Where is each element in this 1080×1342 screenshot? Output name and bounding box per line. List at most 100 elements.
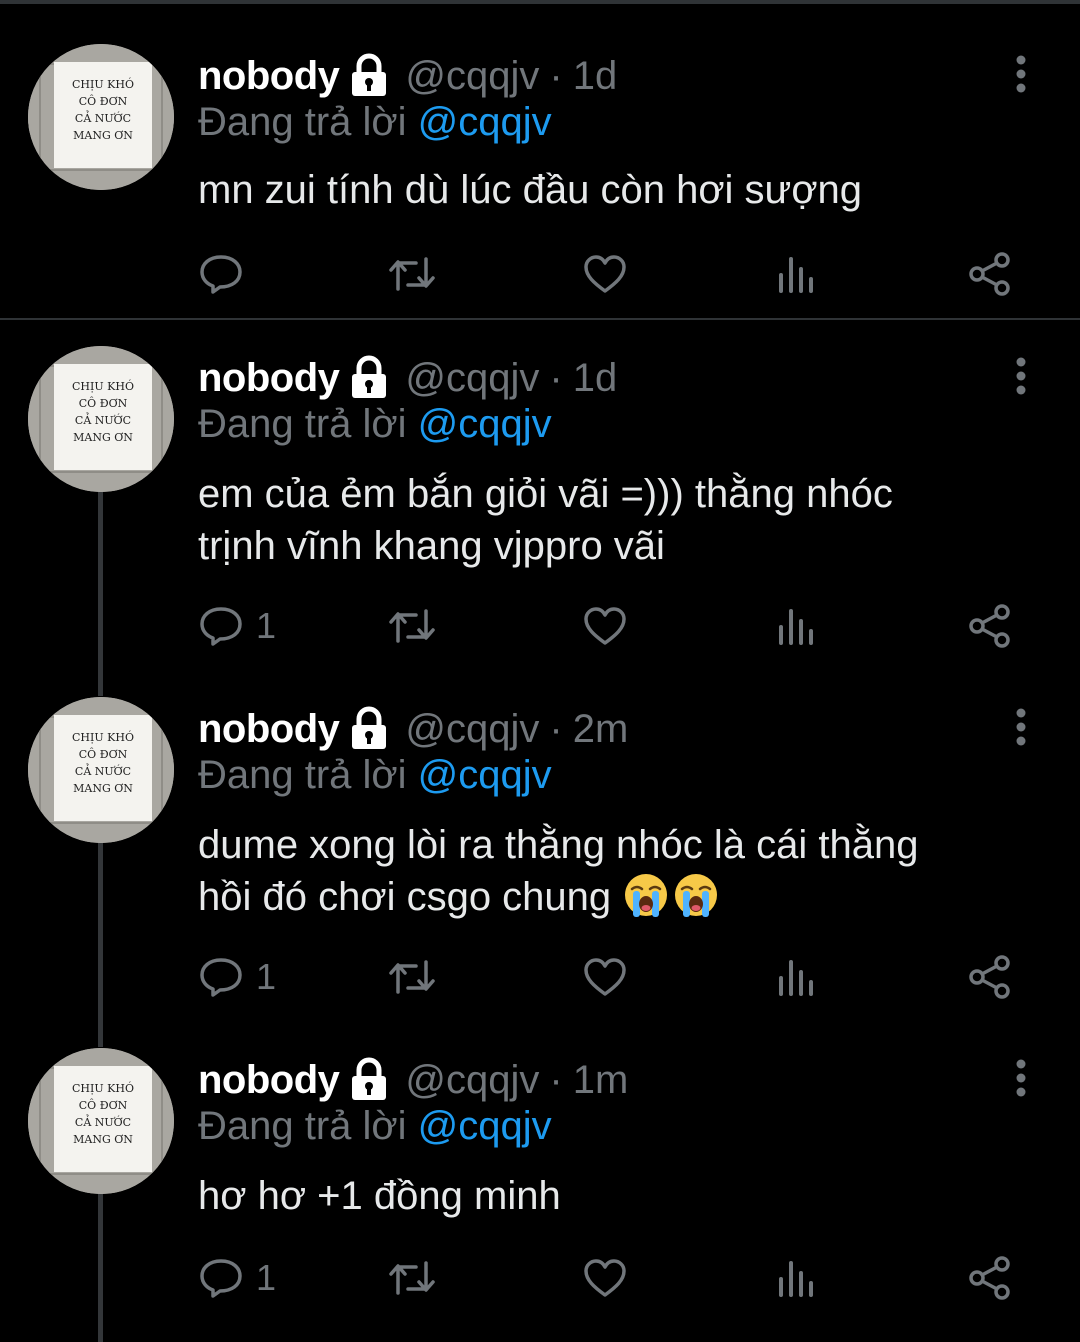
tweet[interactable]: CHỊU KHÓ CÔ ĐƠN CẢ NƯỚC MANG ƠN nobody @… [0, 1048, 1080, 1342]
share-button[interactable] [968, 596, 1012, 656]
reply-button[interactable]: 1 [198, 596, 276, 656]
replying-prefix: Đang trả lời [198, 753, 418, 797]
loudly-crying-face-emoji [623, 872, 669, 918]
display-name[interactable]: nobody [198, 54, 340, 99]
reply-button[interactable]: 1 [198, 947, 276, 1007]
avatar[interactable]: CHỊU KHÓ CÔ ĐƠN CẢ NƯỚC MANG ƠN [28, 44, 174, 190]
tweet-actions: 1 [198, 1248, 1038, 1308]
tweet-header: nobody @cqqjv · 2m [198, 703, 628, 755]
replying-mention[interactable]: @cqqjv [418, 1104, 552, 1148]
avatar[interactable]: CHỊU KHÓ CÔ ĐƠN CẢ NƯỚC MANG ƠN [28, 697, 174, 843]
display-name[interactable]: nobody [198, 356, 340, 401]
like-button[interactable] [582, 596, 628, 656]
heart-icon [584, 958, 626, 996]
avatar-sign-line-3: CẢ NƯỚC [75, 763, 131, 778]
share-button[interactable] [968, 1248, 1012, 1308]
avatar-sign-line-4: MANG ƠN [73, 782, 133, 795]
replying-prefix: Đang trả lời [198, 100, 418, 144]
tweet-text-line-wrap: hồi đó chơi csgo chung [198, 871, 1038, 923]
user-handle[interactable]: @cqqjv [405, 54, 539, 99]
lock-icon [347, 705, 391, 753]
tweet-text-line: em của ẻm bắn giỏi vãi =))) thằng nhóc [198, 472, 893, 516]
replying-prefix: Đang trả lời [198, 402, 418, 446]
share-button[interactable] [968, 244, 1012, 304]
comment-icon [200, 1259, 242, 1298]
tweet-text: em của ẻm bắn giỏi vãi =))) thằng nhóc t… [198, 468, 1038, 572]
display-name[interactable]: nobody [198, 707, 340, 752]
heart-icon [584, 255, 626, 293]
retweet-button[interactable] [388, 1248, 436, 1308]
tweet-actions [198, 244, 1038, 304]
avatar-sign-line-2: CÔ ĐƠN [79, 94, 128, 108]
tweet-header: nobody @cqqjv · 1m [198, 1054, 628, 1106]
retweet-icon [389, 609, 435, 643]
replying-prefix: Đang trả lời [198, 1104, 418, 1148]
reply-count: 1 [256, 605, 277, 646]
timestamp[interactable]: 2m [573, 707, 629, 752]
reply-count: 1 [256, 956, 277, 997]
timestamp[interactable]: 1d [573, 356, 618, 401]
divider [0, 318, 1080, 320]
avatar-sign-line-1: CHỊU KHÓ [72, 379, 134, 393]
avatar-sign-line-4: MANG ƠN [73, 129, 133, 142]
comment-icon [200, 255, 242, 294]
tweet-text-line: hồi đó chơi csgo chung [198, 875, 612, 919]
replying-mention[interactable]: @cqqjv [418, 100, 552, 144]
reply-button[interactable] [198, 244, 256, 304]
timestamp[interactable]: 1m [573, 1058, 629, 1103]
retweet-button[interactable] [388, 244, 436, 304]
share-icon [969, 252, 1010, 296]
avatar-sign-line-1: CHỊU KHÓ [72, 1081, 134, 1095]
retweet-button[interactable] [388, 947, 436, 1007]
timestamp[interactable]: 1d [573, 54, 618, 99]
avatar-sign-line-2: CÔ ĐƠN [79, 1098, 128, 1112]
share-icon [969, 604, 1010, 648]
tweet[interactable]: CHỊU KHÓ CÔ ĐƠN CẢ NƯỚC MANG ƠN nobody @… [0, 44, 1080, 314]
avatar-sign-line-3: CẢ NƯỚC [75, 1114, 131, 1129]
display-name[interactable]: nobody [198, 1058, 340, 1103]
avatar[interactable]: CHỊU KHÓ CÔ ĐƠN CẢ NƯỚC MANG ƠN [28, 346, 174, 492]
tweet[interactable]: CHỊU KHÓ CÔ ĐƠN CẢ NƯỚC MANG ƠN nobody @… [0, 346, 1080, 666]
views-button[interactable] [776, 596, 816, 656]
tweet-actions: 1 [198, 596, 1038, 656]
retweet-icon [389, 960, 435, 994]
avatar-sign-line-1: CHỊU KHÓ [72, 730, 134, 744]
views-button[interactable] [776, 244, 816, 304]
more-vertical-icon[interactable] [1006, 356, 1036, 396]
avatar-sign-line-1: CHỊU KHÓ [72, 77, 134, 91]
tweet[interactable]: CHỊU KHÓ CÔ ĐƠN CẢ NƯỚC MANG ƠN nobody @… [0, 697, 1080, 1017]
retweet-button[interactable] [388, 596, 436, 656]
replying-mention[interactable]: @cqqjv [418, 402, 552, 446]
tweet-text: mn zui tính dù lúc đầu còn hơi sượng [198, 168, 863, 212]
share-icon [969, 955, 1010, 999]
user-handle[interactable]: @cqqjv [405, 356, 539, 401]
avatar-sign-line-3: CẢ NƯỚC [75, 110, 131, 125]
like-button[interactable] [582, 244, 628, 304]
more-vertical-icon[interactable] [1006, 707, 1036, 747]
avatar[interactable]: CHỊU KHÓ CÔ ĐƠN CẢ NƯỚC MANG ƠN [28, 1048, 174, 1194]
more-vertical-icon[interactable] [1006, 1058, 1036, 1098]
tweet-text: dume xong lòi ra thằng nhóc là cái thằng… [198, 819, 1038, 923]
views-button[interactable] [776, 947, 816, 1007]
share-button[interactable] [968, 947, 1012, 1007]
more-vertical-icon[interactable] [1006, 54, 1036, 94]
separator-dot: · [549, 355, 563, 400]
user-handle[interactable]: @cqqjv [405, 707, 539, 752]
user-handle[interactable]: @cqqjv [405, 1058, 539, 1103]
analytics-icon [779, 1261, 813, 1297]
lock-icon [347, 52, 391, 100]
like-button[interactable] [582, 1248, 628, 1308]
reply-button[interactable]: 1 [198, 1248, 276, 1308]
share-icon [969, 1256, 1010, 1300]
avatar-sign-line-4: MANG ƠN [73, 431, 133, 444]
heart-icon [584, 607, 626, 645]
avatar-sign-line-4: MANG ƠN [73, 1133, 133, 1146]
tweet-text-line: trịnh vĩnh khang vjppro vãi [198, 524, 665, 568]
replying-mention[interactable]: @cqqjv [418, 753, 552, 797]
separator-dot: · [549, 706, 563, 751]
replying-to: Đang trả lời @cqqjv [198, 100, 552, 145]
like-button[interactable] [582, 947, 628, 1007]
replying-to: Đang trả lời @cqqjv [198, 1104, 552, 1149]
views-button[interactable] [776, 1248, 816, 1308]
tweet-text-line: dume xong lòi ra thằng nhóc là cái thằng [198, 823, 919, 867]
